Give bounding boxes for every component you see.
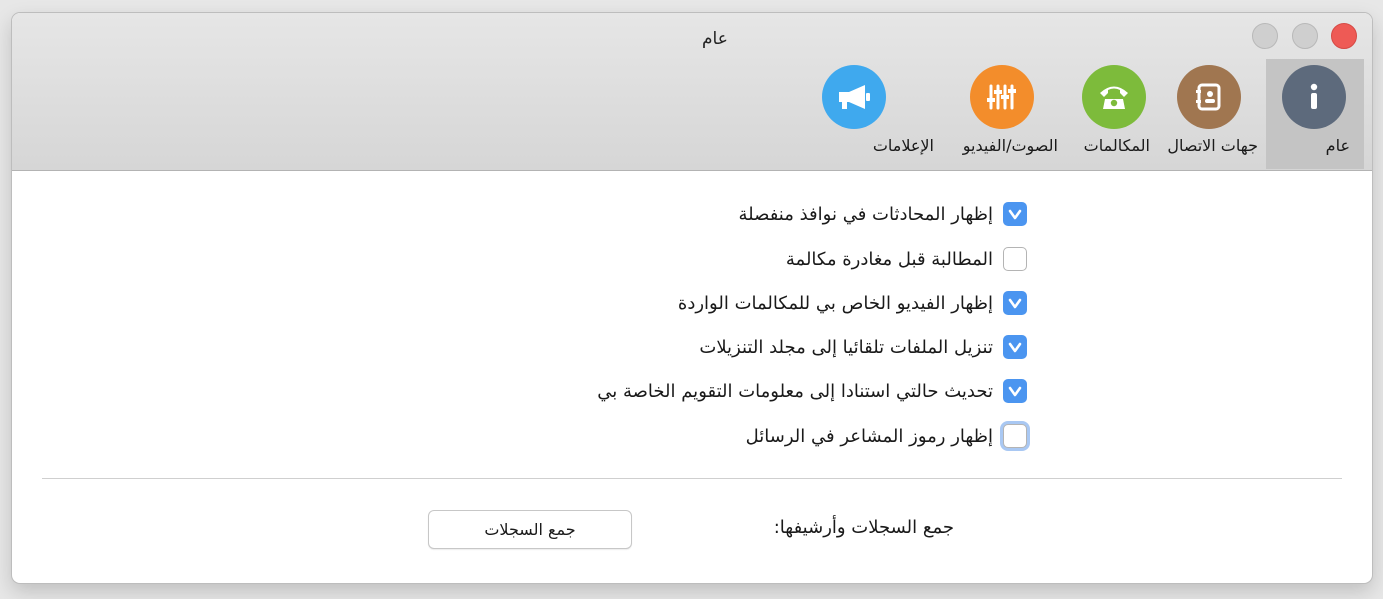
option-label: المطالبة قبل مغادرة مكالمة [785,248,993,270]
tab-contacts-label: جهات الاتصال [1167,136,1258,155]
contacts-book-icon [1177,65,1241,129]
preferences-window: عام عام جهات الاتصال المكالمات الصوت/الف… [12,13,1372,583]
tab-general[interactable]: عام [1266,59,1364,169]
tab-calls-label: المكالمات [1083,136,1150,155]
option-label: إظهار الفيديو الخاص بي للمكالمات الواردة [677,292,993,314]
close-button[interactable] [1331,23,1357,49]
checkbox-show-emoticons[interactable] [1003,424,1027,448]
zoom-button[interactable] [1292,23,1318,49]
option-label: تحديث حالتي استنادا إلى معلومات التقويم … [597,380,993,402]
toolbar: عام عام جهات الاتصال المكالمات الصوت/الف… [12,13,1372,171]
checkbox-auto-download[interactable] [1003,335,1027,359]
option-label: تنزيل الملفات تلقائيا إلى مجلد التنزيلات [699,336,993,358]
phone-icon [1082,65,1146,129]
tab-contacts[interactable]: جهات الاتصال [1162,59,1266,169]
option-prompt-before-leave[interactable]: المطالبة قبل مغادرة مكالمة [786,244,1027,274]
megaphone-icon [822,65,886,129]
sliders-icon [970,65,1034,129]
window-title: عام [702,29,728,49]
option-label: إظهار المحادثات في نوافذ منفصلة [738,203,993,225]
checkbox-prompt-before-leave[interactable] [1003,247,1027,271]
option-show-emoticons[interactable]: إظهار رموز المشاعر في الرسائل [746,421,1027,451]
tab-audio-video-label: الصوت/الفيديو [962,136,1058,155]
info-icon [1282,65,1346,129]
tab-notifications[interactable]: الإعلامات [822,59,952,169]
collect-logs-button[interactable]: جمع السجلات [428,510,632,549]
option-label: إظهار رموز المشاعر في الرسائل [745,425,993,447]
tab-calls[interactable]: المكالمات [1072,59,1162,169]
tab-general-label: عام [1325,136,1350,155]
general-settings-panel: إظهار المحادثات في نوافذ منفصلة المطالبة… [12,171,1372,583]
option-calendar-status[interactable]: تحديث حالتي استنادا إلى معلومات التقويم … [597,376,1027,406]
checkbox-calendar-status[interactable] [1003,379,1027,403]
checkbox-separate-windows[interactable] [1003,202,1027,226]
checkbox-show-my-video[interactable] [1003,291,1027,315]
tab-audio-video[interactable]: الصوت/الفيديو [952,59,1072,169]
option-separate-windows[interactable]: إظهار المحادثات في نوافذ منفصلة [738,199,1027,229]
option-show-my-video[interactable]: إظهار الفيديو الخاص بي للمكالمات الواردة [678,288,1027,318]
tab-notifications-label: الإعلامات [872,136,934,155]
logs-label: جمع السجلات وأرشيفها: [773,517,954,538]
option-auto-download[interactable]: تنزيل الملفات تلقائيا إلى مجلد التنزيلات [699,332,1027,362]
section-divider [42,478,1342,479]
minimize-button[interactable] [1252,23,1278,49]
